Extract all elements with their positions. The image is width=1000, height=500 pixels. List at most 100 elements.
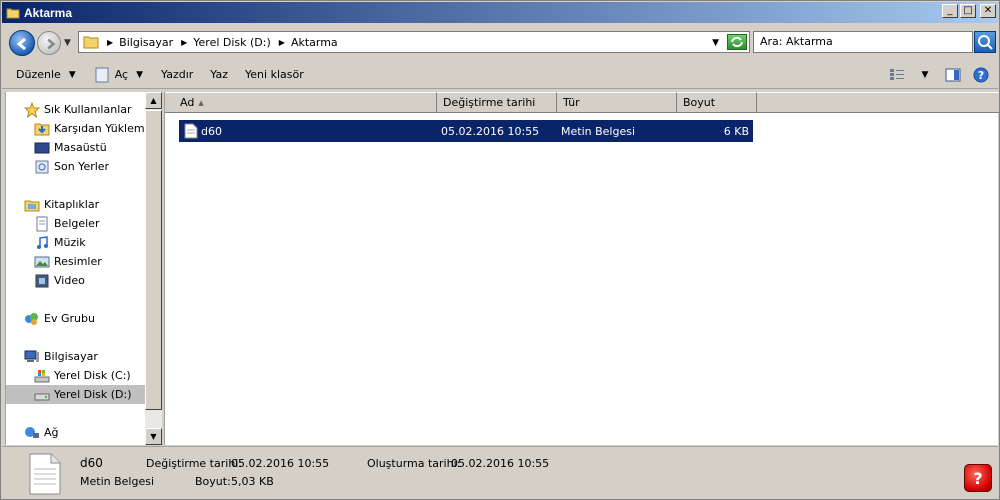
nav-pictures[interactable]: Resimler xyxy=(34,252,102,271)
navigation-scrollbar[interactable]: ▲ ▼ xyxy=(145,92,162,445)
column-label: Boyut xyxy=(683,96,716,109)
open-label: Aç xyxy=(114,68,129,81)
chevron-down-icon: ▼ xyxy=(68,69,76,80)
svg-text:?: ? xyxy=(978,69,984,82)
nav-label: Kitaplıklar xyxy=(44,198,100,211)
address-bar[interactable]: ▶ Bilgisayar ▶ Yerel Disk (D:) ▶ Aktarma… xyxy=(78,31,750,53)
chevron-down-icon: ▼ xyxy=(136,69,144,80)
breadcrumb-aktarma[interactable]: Aktarma xyxy=(291,36,338,49)
column-header-type[interactable]: Tür xyxy=(557,92,677,113)
history-dropdown-icon[interactable]: ▼ xyxy=(64,38,71,48)
text-file-icon xyxy=(184,123,198,139)
sort-ascending-icon: ▲ xyxy=(198,98,204,107)
address-dropdown-icon[interactable]: ▼ xyxy=(712,38,719,48)
details-modified-value: 05.02.2016 10:55 xyxy=(231,457,330,470)
file-modified: 05.02.2016 10:55 xyxy=(441,124,540,138)
scroll-thumb[interactable] xyxy=(145,110,162,410)
nav-network[interactable]: Ağ xyxy=(24,423,59,442)
nav-label: Bilgisayar xyxy=(44,350,98,363)
music-icon xyxy=(37,235,48,249)
refresh-button[interactable] xyxy=(727,34,747,50)
details-view-icon xyxy=(890,69,904,80)
search-button[interactable] xyxy=(974,31,996,53)
scroll-down-button[interactable]: ▼ xyxy=(145,428,162,445)
back-button[interactable] xyxy=(9,30,35,56)
tray-help-icon[interactable]: ? xyxy=(964,464,992,492)
details-created-label: Oluşturma tarihi: xyxy=(367,457,461,470)
breadcrumb-disk-d[interactable]: Yerel Disk (D:) xyxy=(193,36,271,49)
view-options-button[interactable] xyxy=(888,66,906,84)
breadcrumb-separator-icon[interactable]: ▶ xyxy=(181,38,187,47)
print-button[interactable]: Yazdır xyxy=(161,68,193,81)
forward-button[interactable] xyxy=(37,31,61,55)
column-header-size[interactable]: Boyut xyxy=(677,92,757,113)
scroll-up-button[interactable]: ▲ xyxy=(145,92,162,109)
breadcrumb-separator-icon[interactable]: ▶ xyxy=(107,38,113,47)
file-name: d60 xyxy=(201,124,222,138)
nav-disk-c[interactable]: Yerel Disk (C:) xyxy=(34,366,131,385)
burn-button[interactable]: Yaz xyxy=(210,68,228,81)
homegroup-icon xyxy=(25,312,38,325)
nav-homegroup[interactable]: Ev Grubu xyxy=(24,309,95,328)
maximize-button[interactable]: □ xyxy=(960,4,976,18)
nav-label: Resimler xyxy=(54,255,102,268)
explorer-window: Aktarma _ □ ✕ ▼ ▶ Bilgisayar ▶ Yerel Dis… xyxy=(0,0,1000,500)
nav-label: Karşıdan Yüklemeler xyxy=(54,122,145,135)
chevron-down-icon: ▼ xyxy=(921,70,929,80)
navigation-bar: ▼ ▶ Bilgisayar ▶ Yerel Disk (D:) ▶ Aktar… xyxy=(2,24,998,60)
column-header-modified[interactable]: Değiştirme tarihi xyxy=(437,92,557,113)
nav-desktop[interactable]: Masaüstü xyxy=(34,138,107,157)
breadcrumb-computer[interactable]: Bilgisayar xyxy=(119,36,173,49)
nav-computer[interactable]: Bilgisayar xyxy=(24,347,98,366)
nav-favorites[interactable]: Sık Kullanılanlar xyxy=(24,100,132,119)
nav-music[interactable]: Müzik xyxy=(34,233,86,252)
nav-label: Ev Grubu xyxy=(44,312,95,325)
folder-icon xyxy=(6,8,20,18)
nav-recent[interactable]: Son Yerler xyxy=(34,157,109,176)
window-title: Aktarma xyxy=(24,5,73,20)
nav-downloads[interactable]: Karşıdan Yüklemeler xyxy=(34,119,145,138)
nav-documents[interactable]: Belgeler xyxy=(34,214,99,233)
details-pane: d60 Metin Belgesi Değiştirme tarihi: 05.… xyxy=(2,446,998,499)
close-button[interactable]: ✕ xyxy=(980,4,996,18)
text-file-icon xyxy=(29,453,61,495)
details-modified-label: Değiştirme tarihi: xyxy=(146,457,243,470)
view-dropdown-button[interactable]: ▼ xyxy=(916,66,934,84)
nav-label: Müzik xyxy=(54,236,86,249)
preview-pane-button[interactable] xyxy=(944,66,962,84)
nav-video[interactable]: Video xyxy=(34,271,85,290)
video-icon xyxy=(35,274,49,287)
preview-pane-icon xyxy=(945,68,961,82)
nav-label: Ağ xyxy=(44,426,59,439)
column-header-name[interactable]: Ad ▲ xyxy=(165,92,437,113)
organize-button[interactable]: Düzenle ▼ xyxy=(16,68,76,81)
star-icon xyxy=(24,101,40,118)
libraries-icon xyxy=(24,200,40,211)
open-button[interactable]: Aç ▼ xyxy=(94,67,143,83)
view-controls: ▼ ? xyxy=(888,66,990,84)
back-icon xyxy=(16,37,26,51)
file-type: Metin Belgesi xyxy=(561,124,636,138)
drive-icon xyxy=(34,393,50,400)
window-controls: _ □ ✕ xyxy=(942,4,996,18)
help-button[interactable]: ? xyxy=(972,66,990,84)
search-input[interactable]: Ara: Aktarma xyxy=(753,31,973,53)
breadcrumb-separator-icon[interactable]: ▶ xyxy=(279,38,285,47)
minimize-button[interactable]: _ xyxy=(942,4,958,18)
nav-label: Video xyxy=(54,274,85,287)
recent-places-icon xyxy=(35,160,49,173)
pictures-icon xyxy=(34,256,50,267)
details-created-value: 05.02.2016 10:55 xyxy=(451,457,550,470)
nav-disk-d[interactable]: Yerel Disk (D:) xyxy=(6,385,145,404)
column-label: Tür xyxy=(563,96,580,109)
nav-libraries[interactable]: Kitaplıklar xyxy=(24,195,99,214)
title-bar[interactable]: Aktarma _ □ ✕ xyxy=(2,2,998,23)
details-file-type: Metin Belgesi xyxy=(80,475,155,488)
file-list[interactable]: Ad ▲ Değiştirme tarihi Tür Boyut d60 05.0… xyxy=(164,92,999,445)
new-folder-button[interactable]: Yeni klasör xyxy=(245,68,304,81)
details-size-value: 5,03 KB xyxy=(231,475,274,488)
nav-label: Belgeler xyxy=(54,217,100,230)
nav-label: Yerel Disk (D:) xyxy=(54,388,132,401)
forward-icon xyxy=(47,38,56,50)
file-row[interactable]: d60 05.02.2016 10:55 Metin Belgesi 6 KB xyxy=(179,120,753,142)
